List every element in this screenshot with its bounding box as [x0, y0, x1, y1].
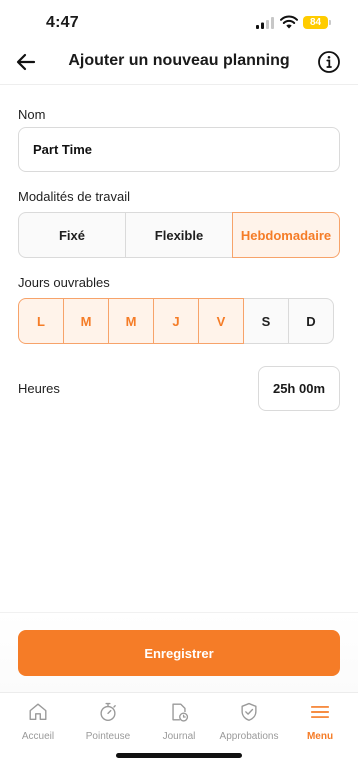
phone-screen: 4:47 84 Ajouter un nouveau planning Nom …: [0, 0, 358, 768]
work-mode-fixed[interactable]: Fixé: [18, 212, 126, 258]
day-sunday[interactable]: D: [288, 298, 334, 344]
day-wednesday[interactable]: M: [108, 298, 154, 344]
wifi-icon: [280, 15, 298, 29]
menu-icon: [310, 706, 330, 718]
page-title: Ajouter un nouveau planning: [68, 52, 290, 69]
tab-menu[interactable]: Menu: [284, 699, 356, 749]
home-indicator: [116, 753, 242, 758]
workdays-selector: L M M J V S D: [18, 298, 340, 344]
day-thursday[interactable]: J: [153, 298, 199, 344]
day-monday[interactable]: L: [18, 298, 64, 344]
shield-check-icon: [241, 702, 257, 721]
battery-tip: [329, 20, 331, 25]
work-mode-label: Modalités de travail: [18, 189, 130, 204]
name-label: Nom: [18, 107, 46, 122]
journal-clock-icon: [172, 703, 189, 722]
signal-icon: [256, 17, 274, 29]
work-mode-weekly[interactable]: Hebdomadaire: [232, 212, 340, 258]
day-friday[interactable]: V: [198, 298, 244, 344]
day-tuesday[interactable]: M: [63, 298, 109, 344]
status-time: 4:47: [46, 14, 79, 31]
tab-approvals[interactable]: Approbations: [213, 699, 285, 749]
stopwatch-icon: [100, 702, 116, 721]
workdays-label: Jours ouvrables: [18, 275, 110, 290]
hours-label: Heures: [18, 381, 60, 396]
day-saturday[interactable]: S: [243, 298, 289, 344]
info-icon[interactable]: [317, 50, 341, 74]
tab-home-label: Accueil: [21, 731, 55, 742]
header-divider: [0, 84, 358, 85]
tab-timeclock-label: Pointeuse: [85, 731, 131, 742]
home-icon: [29, 703, 47, 721]
work-mode-selector: Fixé Flexible Hebdomadaire: [18, 212, 340, 258]
tab-journal-label: Journal: [162, 731, 196, 742]
tab-timeclock[interactable]: Pointeuse: [72, 699, 144, 749]
name-input[interactable]: [18, 127, 340, 172]
hours-field[interactable]: 25h 00m: [258, 366, 340, 411]
work-mode-flexible[interactable]: Flexible: [125, 212, 233, 258]
tab-home[interactable]: Accueil: [2, 699, 74, 749]
status-bar: 4:47 84: [0, 0, 358, 44]
save-button[interactable]: Enregistrer: [18, 630, 340, 676]
tab-menu-label: Menu: [306, 731, 334, 742]
tab-journal[interactable]: Journal: [143, 699, 215, 749]
tab-approvals-label: Approbations: [219, 731, 279, 742]
header: Ajouter un nouveau planning: [0, 44, 358, 84]
battery-icon: 84: [303, 16, 328, 29]
